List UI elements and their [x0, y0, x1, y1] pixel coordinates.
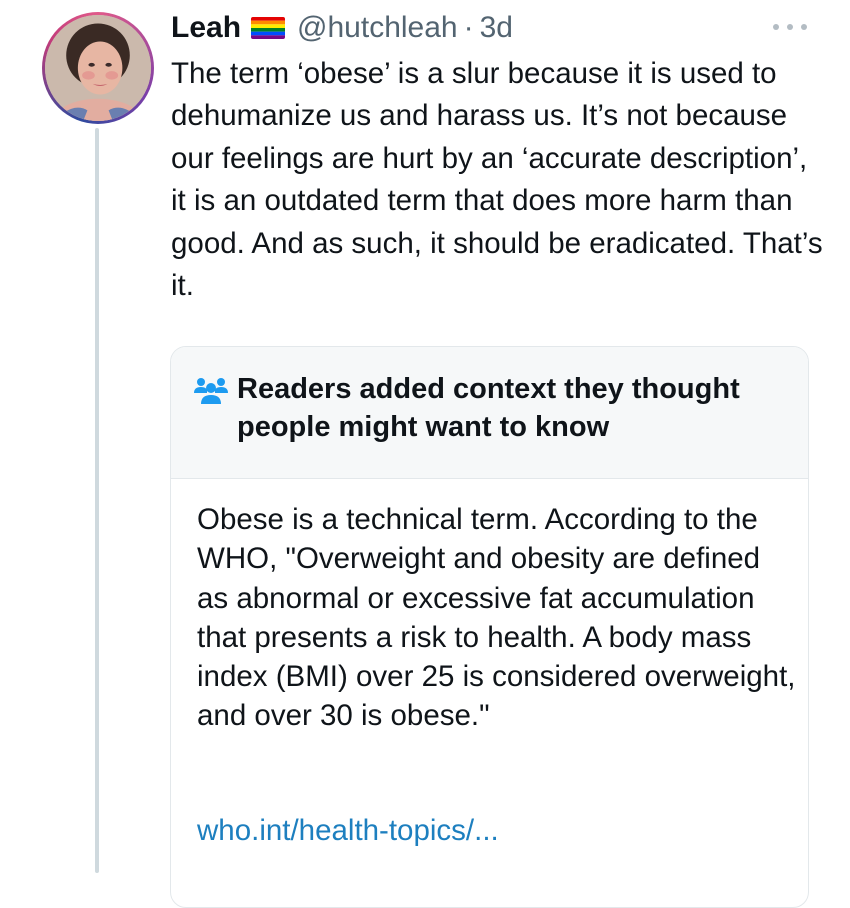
rainbow-pride-flag-icon: [251, 17, 286, 39]
more-dot: [787, 24, 793, 30]
more-dot: [801, 24, 807, 30]
community-note-body: Obese is a technical term. According to …: [197, 503, 796, 733]
people-group-icon: [193, 375, 229, 405]
tweet-header: Leah @hutchleah · 3d: [171, 8, 513, 48]
avatar-image: [45, 15, 151, 121]
separator-dot: ·: [463, 11, 474, 44]
community-note-title: Readers added context they thought peopl…: [237, 373, 740, 443]
thread-line: [95, 128, 99, 873]
user-handle[interactable]: @hutchleah: [297, 8, 458, 48]
community-note-card: Readers added context they thought peopl…: [170, 346, 809, 908]
tweet-text: The term ‘obese’ is a slur because it is…: [171, 57, 823, 303]
avatar[interactable]: [42, 12, 154, 124]
display-name[interactable]: Leah: [171, 8, 241, 48]
community-note-header: Readers added context they thought peopl…: [171, 347, 808, 479]
more-options-icon[interactable]: [773, 16, 807, 38]
avatar-column: [42, 12, 154, 124]
community-note-link[interactable]: who.int/health-topics/...: [197, 811, 499, 851]
timestamp[interactable]: 3d: [480, 8, 513, 48]
more-dot: [773, 24, 779, 30]
